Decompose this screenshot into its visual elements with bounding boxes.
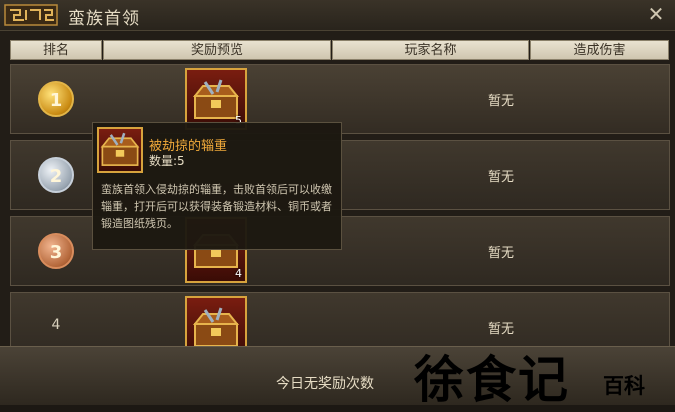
title-bar: 蛮族首领 ✕ bbox=[0, 0, 675, 31]
player-name: 暂无 bbox=[487, 94, 514, 109]
item-tooltip: 被劫掠的辎重 数量:5 蛮族首领入侵劫掠的辎重，击败首领后可以收缴辎重，打开后可… bbox=[92, 122, 342, 250]
daily-reward-status: 今日无奖励次数 bbox=[276, 376, 374, 392]
header-damage: 造成伤害 bbox=[530, 40, 669, 60]
watermark-subtext: 百科 bbox=[603, 373, 645, 398]
tooltip-item-icon bbox=[97, 127, 143, 173]
tooltip-item-description: 蛮族首领入侵劫掠的辎重，击败首领后可以收缴辎重，打开后可以获得装备锻造材料、铜币… bbox=[101, 183, 332, 230]
reward-chest-item[interactable]: 5 bbox=[185, 68, 247, 130]
window: 蛮族首领 ✕ 排名 奖励预览 玩家名称 造成伤害 1 5 暂无 2 暂无 3 4… bbox=[0, 0, 675, 409]
window-title: 蛮族首领 bbox=[68, 9, 140, 29]
decorative-logo-icon bbox=[4, 4, 58, 26]
close-icon[interactable]: ✕ bbox=[645, 3, 667, 25]
treasure-chest-icon bbox=[192, 79, 240, 119]
header-player-name: 玩家名称 bbox=[332, 40, 529, 60]
gold-medal-icon: 1 bbox=[38, 81, 74, 117]
footer-bar: 今日无奖励次数 bbox=[0, 346, 675, 405]
player-name: 暂无 bbox=[487, 322, 514, 337]
header-reward-preview: 奖励预览 bbox=[103, 40, 331, 60]
watermark-text: 徐食记 bbox=[414, 350, 570, 409]
player-name: 暂无 bbox=[487, 170, 514, 185]
header-rank: 排名 bbox=[10, 40, 102, 60]
treasure-chest-icon bbox=[192, 307, 240, 347]
bronze-medal-icon: 3 bbox=[38, 233, 74, 269]
player-name: 暂无 bbox=[487, 246, 514, 261]
treasure-chest-icon bbox=[100, 132, 140, 166]
silver-medal-icon: 2 bbox=[38, 157, 74, 193]
tooltip-item-quantity: 数量:5 bbox=[149, 154, 185, 168]
rank-number: 4 bbox=[51, 317, 61, 333]
reward-count: 4 bbox=[235, 267, 242, 280]
